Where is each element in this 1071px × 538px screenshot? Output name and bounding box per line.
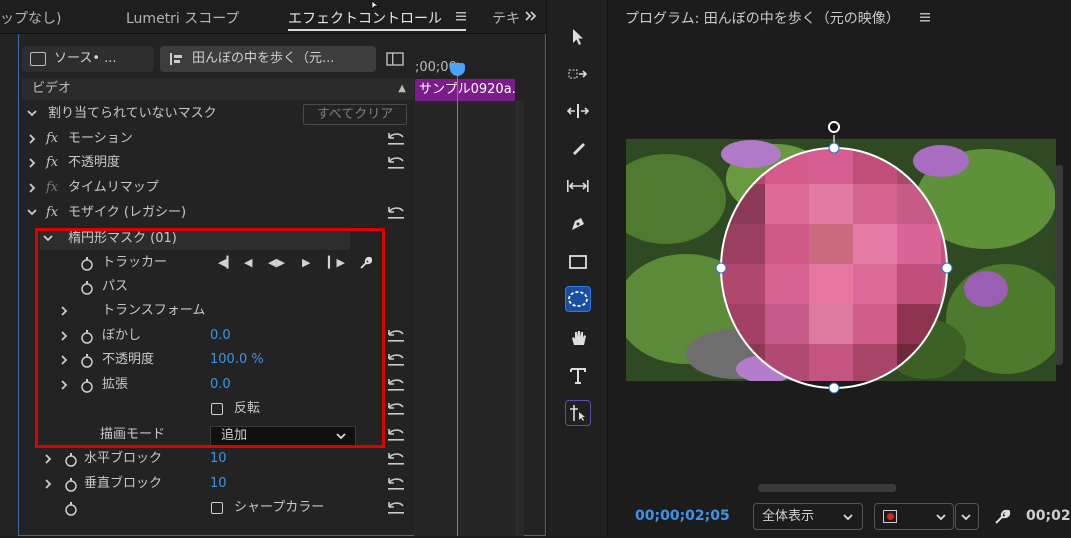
fx-icon[interactable]: fx xyxy=(46,127,58,151)
reset-icon[interactable] xyxy=(386,378,406,392)
effect-timeline-scrollbar[interactable] xyxy=(516,101,524,536)
ripple-edit-tool-icon[interactable] xyxy=(565,98,591,124)
vertical-blocks-row: 垂直ブロック 10 xyxy=(22,472,410,496)
duration-timecode: 00;02 xyxy=(1026,508,1071,524)
double-chevron-right-icon[interactable] xyxy=(524,10,538,26)
playback-resolution-select[interactable] xyxy=(874,503,954,530)
stopwatch-icon[interactable] xyxy=(64,477,78,492)
source-clip-button[interactable]: ソース• ... xyxy=(22,46,154,72)
video-header-label: ビデオ xyxy=(32,81,72,96)
chevron-down-icon xyxy=(935,504,947,538)
stopwatch-icon[interactable] xyxy=(64,452,78,467)
pen-tool-icon[interactable] xyxy=(565,211,591,237)
program-monitor: プログラム: 田んぼの中を歩く（元の映像） 00;00;02;05 全体表示 0… xyxy=(609,0,1071,536)
reset-icon[interactable] xyxy=(386,329,406,343)
effect-controls-panel: ップなし) Lumetri スコープ エフェクトコントロール テキ ソース• .… xyxy=(0,0,546,536)
horizontal-blocks-label: 水平ブロック xyxy=(84,451,163,466)
fx-icon: fx xyxy=(46,180,59,195)
razor-tool-icon[interactable] xyxy=(565,135,591,161)
active-tab-underline xyxy=(288,29,466,31)
mask-highlight-box xyxy=(35,228,385,448)
effect-label: モザイク (レガシー) xyxy=(68,205,187,220)
reset-icon[interactable] xyxy=(386,477,406,491)
effect-label: モーション xyxy=(68,131,133,146)
rectangle-tool-icon[interactable] xyxy=(565,249,591,275)
reset-icon[interactable] xyxy=(386,353,406,367)
reset-icon[interactable] xyxy=(386,452,406,466)
sequence-clip-label: 田んぼの中を歩く（元... xyxy=(192,51,335,66)
program-title: プログラム: 田んぼの中を歩く（元の映像） xyxy=(625,11,900,27)
reset-icon[interactable] xyxy=(386,156,406,170)
sharp-colors-checkbox[interactable] xyxy=(211,502,223,514)
timeline-ruler[interactable]: ;00;00 xyxy=(415,58,515,78)
fit-value: 全体表示 xyxy=(762,509,815,524)
unassigned-mask-label: 割り当てられていないマスク xyxy=(48,106,217,121)
sharp-colors-label: シャープカラー xyxy=(234,500,325,515)
fx-icon[interactable]: fx xyxy=(46,201,58,225)
position-tool-icon[interactable] xyxy=(565,400,591,426)
hamburger-icon[interactable] xyxy=(919,11,931,27)
toggle-timeline-icon[interactable] xyxy=(386,52,404,70)
playhead-timecode[interactable]: 00;00;02;05 xyxy=(635,508,730,524)
collapse-up-icon[interactable]: ▲ xyxy=(398,78,406,100)
source-clip-icon xyxy=(30,52,46,66)
effect-timeline-area[interactable] xyxy=(414,101,516,536)
program-vertical-scrollbar[interactable] xyxy=(1055,165,1063,365)
effect-row-mosaic[interactable]: fx モザイク (レガシー) xyxy=(22,201,410,225)
sharp-colors-row: シャープカラー xyxy=(22,496,410,520)
mask-ellipse-overlay[interactable] xyxy=(709,115,969,400)
effect-row-motion[interactable]: fx モーション xyxy=(22,127,410,151)
mouse-cursor-icon xyxy=(370,0,382,15)
wrench-icon[interactable] xyxy=(993,508,1011,530)
stopwatch-icon[interactable] xyxy=(64,501,78,516)
fx-icon[interactable]: fx xyxy=(46,151,58,175)
vertical-blocks-value[interactable]: 10 xyxy=(210,472,227,496)
ellipse-tool-icon[interactable] xyxy=(565,286,591,312)
tab-lumetri-scopes[interactable]: Lumetri スコープ xyxy=(126,8,239,28)
tab-effect-controls[interactable]: エフェクトコントロール xyxy=(288,8,442,28)
horizontal-blocks-value[interactable]: 10 xyxy=(210,447,227,471)
chevron-down-icon xyxy=(960,514,972,533)
source-clip-label: ソース• ... xyxy=(54,51,117,66)
track-select-tool-icon[interactable] xyxy=(565,61,591,87)
tab-text[interactable]: テキ xyxy=(492,8,520,28)
settings-dropdown[interactable] xyxy=(955,503,979,530)
hamburger-icon[interactable] xyxy=(455,10,467,22)
program-horizontal-scrollbar[interactable] xyxy=(758,484,896,492)
reset-icon[interactable] xyxy=(386,402,406,416)
reset-icon[interactable] xyxy=(386,428,406,442)
panel-tab-bar: ップなし) Lumetri スコープ エフェクトコントロール テキ xyxy=(0,0,546,34)
clear-all-button[interactable]: すべてクリア xyxy=(303,104,407,125)
effect-row-time-remap[interactable]: fx タイムリマップ xyxy=(22,176,410,200)
effect-label: 不透明度 xyxy=(68,155,121,170)
reset-icon[interactable] xyxy=(386,132,406,146)
video-section-header: ビデオ ▲ xyxy=(22,78,414,100)
selection-tool-icon[interactable] xyxy=(565,24,591,50)
playhead-line xyxy=(457,62,458,536)
slip-tool-icon[interactable] xyxy=(565,173,591,199)
red-dot-icon xyxy=(887,513,894,520)
horizontal-blocks-row: 水平ブロック 10 xyxy=(22,447,410,471)
sequence-icon xyxy=(168,51,184,72)
hand-tool-icon[interactable] xyxy=(565,325,591,351)
chevron-down-icon xyxy=(842,504,854,538)
type-tool-icon[interactable] xyxy=(565,363,591,389)
vertical-blocks-label: 垂直ブロック xyxy=(84,476,163,491)
reset-icon[interactable] xyxy=(386,501,406,515)
effect-row-opacity[interactable]: fx 不透明度 xyxy=(22,151,410,175)
sequence-clip-button[interactable]: 田んぼの中を歩く（元... xyxy=(160,46,376,72)
tab-clip-none[interactable]: ップなし) xyxy=(0,8,61,28)
source-selector-row: ソース• ... 田んぼの中を歩く（元... xyxy=(22,42,412,76)
fit-select[interactable]: 全体表示 xyxy=(753,503,863,530)
effect-label: タイムリマップ xyxy=(68,180,159,195)
tools-panel xyxy=(546,0,608,536)
timeline-clip[interactable]: サンプル0920a. xyxy=(415,79,515,101)
reset-icon[interactable] xyxy=(386,206,406,220)
